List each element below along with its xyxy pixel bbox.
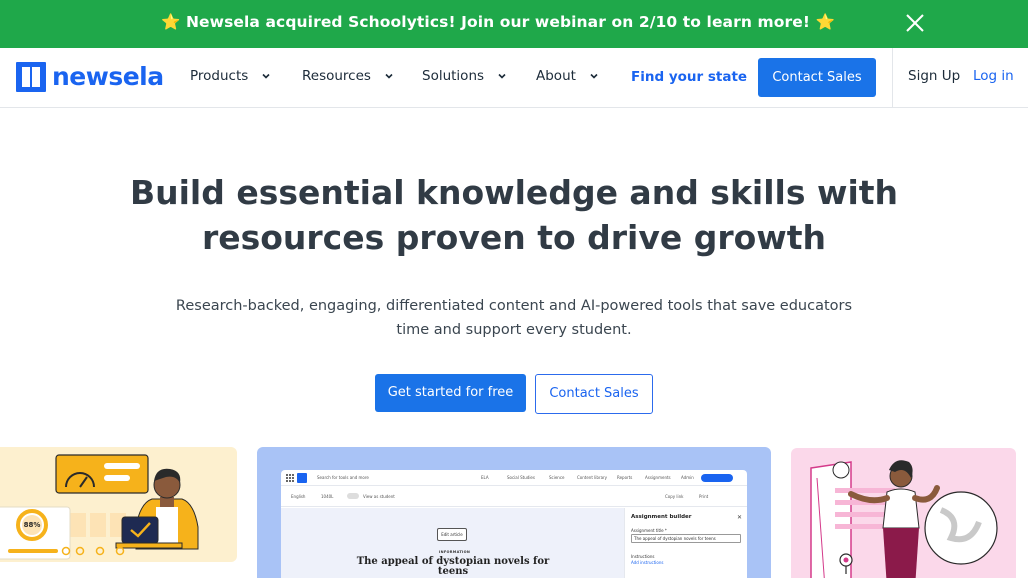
nav-solutions[interactable]: Solutions <box>422 68 507 84</box>
gauge-percent-label: 88% <box>23 521 41 529</box>
insights-illustration <box>0 454 199 560</box>
nav-resources-label: Resources <box>302 68 371 84</box>
feature-card-insights: 88% <box>0 447 237 562</box>
mockup-search: Search for tools and more <box>317 475 369 480</box>
nav-resources[interactable]: Resources <box>302 68 394 84</box>
mockup-topbar: Search for tools and more ELA Social Stu… <box>281 470 747 486</box>
mockup-social: Social Studies <box>507 475 535 480</box>
mockup-user-pill <box>701 474 733 482</box>
grid-icon <box>286 474 294 482</box>
announcement-banner: ⭐ Newsela acquired Schoolytics! Join our… <box>0 0 1028 48</box>
hero-contact-sales-button[interactable]: Contact Sales <box>535 374 653 414</box>
nav-about-label: About <box>536 68 576 84</box>
close-icon[interactable] <box>904 12 926 34</box>
reading-illustration <box>810 460 998 578</box>
mockup-info-tag: INFORMATION <box>439 550 471 554</box>
mockup-edit-article: Edit article <box>437 528 467 541</box>
mockup-copy-link: Copy link <box>665 494 684 499</box>
chevron-down-icon <box>590 73 598 79</box>
logo-text: newsela <box>52 62 164 91</box>
contact-sales-button[interactable]: Contact Sales <box>758 58 876 97</box>
mockup-content-library: Content library <box>577 475 608 480</box>
app-mockup: Search for tools and more ELA Social Stu… <box>281 470 747 578</box>
builder-close-icon: ✕ <box>737 514 743 521</box>
mockup-article-toolbar: English 1040L View as student Copy link … <box>281 487 747 518</box>
mockup-language: English <box>291 494 306 499</box>
nav-products-label: Products <box>190 68 249 84</box>
builder-instructions-label: Instructions <box>631 554 655 559</box>
mockup-level: 1040L <box>321 494 334 499</box>
mockup-article-area: Edit article INFORMATION The appeal of d… <box>281 508 624 578</box>
mockup-print: Print <box>699 494 709 499</box>
mockup-assignments: Assignments <box>645 475 671 480</box>
chevron-down-icon <box>385 73 393 79</box>
top-nav: newsela Products Resources Solutions Abo… <box>0 48 1028 108</box>
hero-title: Build essential knowledge and skills wit… <box>129 173 899 257</box>
sign-up-link[interactable]: Sign Up <box>908 68 960 84</box>
chevron-down-icon <box>262 73 270 79</box>
nav-solutions-label: Solutions <box>422 68 485 84</box>
newsela-logo-icon <box>16 62 46 92</box>
mockup-logo-icon <box>297 473 307 483</box>
chevron-down-icon <box>498 73 506 79</box>
nav-about[interactable]: About <box>536 68 599 84</box>
hero-subtitle: Research-backed, engaging, differentiate… <box>175 298 853 338</box>
mockup-view-student: View as student <box>363 494 395 499</box>
feature-card-reading <box>791 448 1016 578</box>
builder-title: Assignment builder <box>631 514 692 520</box>
mockup-science: Science <box>549 475 565 480</box>
mockup-assignment-builder: Assignment builder ✕ Assignment title * … <box>624 508 747 578</box>
view-as-student-toggle <box>347 493 359 499</box>
feature-card-product: Search for tools and more ELA Social Stu… <box>257 447 771 578</box>
nav-products[interactable]: Products <box>190 68 271 84</box>
nav-divider <box>892 48 893 107</box>
mockup-admin: Admin <box>681 475 694 480</box>
mockup-ela: ELA <box>481 475 489 480</box>
log-in-link[interactable]: Log in <box>973 68 1014 84</box>
mockup-reports: Reports <box>617 475 633 480</box>
builder-title-input: The appeal of dystopian novels for teens <box>631 534 741 543</box>
find-your-state-link[interactable]: Find your state <box>631 69 747 85</box>
banner-text[interactable]: ⭐ Newsela acquired Schoolytics! Join our… <box>0 13 996 31</box>
get-started-button[interactable]: Get started for free <box>375 374 526 412</box>
newsela-logo[interactable]: newsela <box>16 62 164 92</box>
builder-add-instructions: Add instructions <box>631 560 664 565</box>
mockup-article-title: The appeal of dystopian novels for teens <box>356 556 550 577</box>
builder-title-label: Assignment title * <box>631 528 667 533</box>
